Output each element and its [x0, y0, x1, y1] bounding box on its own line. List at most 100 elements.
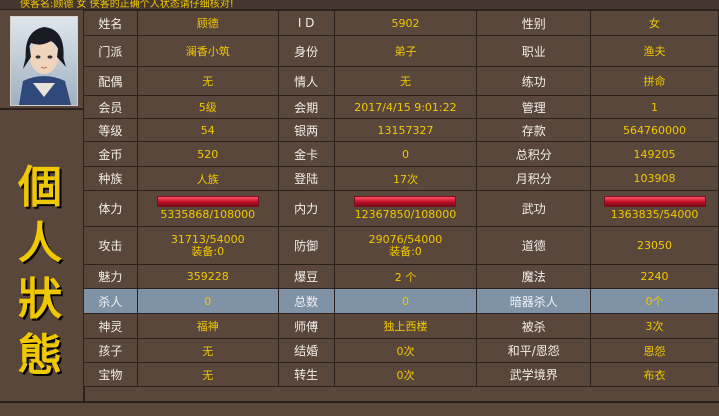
field-value: 2017/4/15 9:01:22	[333, 95, 478, 119]
field-label: 师傅	[277, 313, 335, 339]
field-label: 会期	[277, 95, 335, 119]
field-label: 和平/恩怨	[476, 338, 592, 363]
title-char: 個	[18, 162, 62, 213]
field-value: 顾德	[136, 10, 279, 36]
field-value: 5902	[333, 10, 478, 36]
field-value: 澜香小筑	[136, 35, 279, 67]
field-value: 0	[333, 288, 478, 314]
field-value: 2240	[590, 264, 719, 289]
table-row: 等级 54 银两 13157327 存款 564760000	[83, 118, 719, 142]
field-value: 女	[590, 10, 719, 36]
field-label: 防御	[277, 226, 335, 265]
table-row: 门派 澜香小筑 身份 弟子 职业 渔夫	[83, 35, 719, 67]
field-value: 恩怨	[590, 338, 719, 363]
field-label: 会员	[83, 95, 138, 119]
table-row: 金币 520 金卡 0 总积分 149205	[83, 141, 719, 167]
field-label: 管理	[476, 95, 592, 119]
field-value: 31713/54000	[170, 232, 245, 246]
title-char: 狀	[18, 274, 62, 325]
table-row: 孩子 无 结婚 0次 和平/恩怨 恩怨	[83, 338, 719, 363]
left-panel: 個 人 狀 態	[0, 10, 85, 401]
table-row: 宝物 无 转生 0次 武学境界 布衣	[83, 362, 719, 387]
field-value-group: 31713/54000 装备:0	[136, 226, 279, 265]
field-value: 3次	[590, 313, 719, 339]
field-label: 攻击	[83, 226, 138, 265]
field-label: 宝物	[83, 362, 138, 387]
field-value: 13157327	[333, 118, 478, 142]
avatar	[10, 16, 78, 106]
field-value: 福神	[136, 313, 279, 339]
table-row: 神灵 福神 师傅 独上西楼 被杀 3次	[83, 313, 719, 339]
table-row: 体力 5335868/108000 内力 12367850/108000 武功 …	[83, 190, 719, 227]
table-row: 种族 人族 登陆 17次 月积分 103908	[83, 166, 719, 191]
title-char: 人	[18, 218, 62, 269]
field-value: 0个	[590, 288, 719, 314]
field-label: 职业	[476, 35, 592, 67]
field-label: 体力	[83, 190, 138, 227]
table-row: 配偶 无 情人 无 练功 拼命	[83, 66, 719, 96]
field-label: 武学境界	[476, 362, 592, 387]
field-value: 独上西楼	[333, 313, 478, 339]
field-label: 转生	[277, 362, 335, 387]
field-label: 道德	[476, 226, 592, 265]
field-label: 登陆	[277, 166, 335, 191]
table-row: 姓名 顾德 I D 5902 性别 女	[83, 10, 719, 36]
field-label: 性别	[476, 10, 592, 36]
field-label: 神灵	[83, 313, 138, 339]
notice-bar: 侠客名:顾德 女 侠客的正确个人状态请仔细核对!	[0, 0, 719, 10]
field-value: 5335868/108000	[160, 208, 256, 221]
field-label: 杀人	[83, 288, 138, 314]
martial-bar	[603, 196, 706, 207]
field-value: 人族	[136, 166, 279, 191]
field-label: 金币	[83, 141, 138, 167]
field-value: 0	[136, 288, 279, 314]
field-label: 被杀	[476, 313, 592, 339]
field-value: 0次	[333, 338, 478, 363]
field-label: 月积分	[476, 166, 592, 191]
vertical-title: 個 人 狀 態	[10, 160, 70, 384]
field-value: 359228	[136, 264, 279, 289]
field-value: 无	[136, 66, 279, 96]
field-label: 武功	[476, 190, 592, 227]
field-value: 渔夫	[590, 35, 719, 67]
field-value: 布衣	[590, 362, 719, 387]
field-label: 魅力	[83, 264, 138, 289]
field-label: 种族	[83, 166, 138, 191]
field-value: 2 个	[333, 264, 478, 289]
field-label: 爆豆	[277, 264, 335, 289]
field-label: 结婚	[277, 338, 335, 363]
field-value-equip: 装备:0	[191, 244, 225, 258]
field-value: 564760000	[590, 118, 719, 142]
field-label: 总数	[277, 288, 335, 314]
field-value: 1	[590, 95, 719, 119]
field-label: 姓名	[83, 10, 138, 36]
hp-bar	[156, 196, 259, 207]
field-value-group: 29076/54000 装备:0	[333, 226, 478, 265]
field-value: 弟子	[333, 35, 478, 67]
field-label: 等级	[83, 118, 138, 142]
table-row: 魅力 359228 爆豆 2 个 魔法 2240	[83, 264, 719, 289]
status-table: 姓名 顾德 I D 5902 性别 女 门派 澜香小筑 身份 弟子 职业 渔夫 …	[83, 10, 719, 387]
gauge-cell: 12367850/108000	[333, 190, 478, 227]
field-label: 配偶	[83, 66, 138, 96]
mp-bar	[354, 196, 457, 207]
field-label: 金卡	[277, 141, 335, 167]
field-value: 29076/54000	[368, 232, 443, 246]
field-value: 无	[333, 66, 478, 96]
field-value: 0次	[333, 362, 478, 387]
field-label: 银两	[277, 118, 335, 142]
field-label: I D	[277, 10, 335, 36]
field-value: 5级	[136, 95, 279, 119]
field-value: 54	[136, 118, 279, 142]
field-value: 103908	[590, 166, 719, 191]
field-label: 孩子	[83, 338, 138, 363]
table-row: 会员 5级 会期 2017/4/15 9:01:22 管理 1	[83, 95, 719, 119]
field-label: 情人	[277, 66, 335, 96]
field-value: 无	[136, 338, 279, 363]
gauge-cell: 5335868/108000	[136, 190, 279, 227]
field-value: 0	[333, 141, 478, 167]
field-value: 520	[136, 141, 279, 167]
field-label: 身份	[277, 35, 335, 67]
field-label: 暗器杀人	[476, 288, 592, 314]
field-label: 内力	[277, 190, 335, 227]
